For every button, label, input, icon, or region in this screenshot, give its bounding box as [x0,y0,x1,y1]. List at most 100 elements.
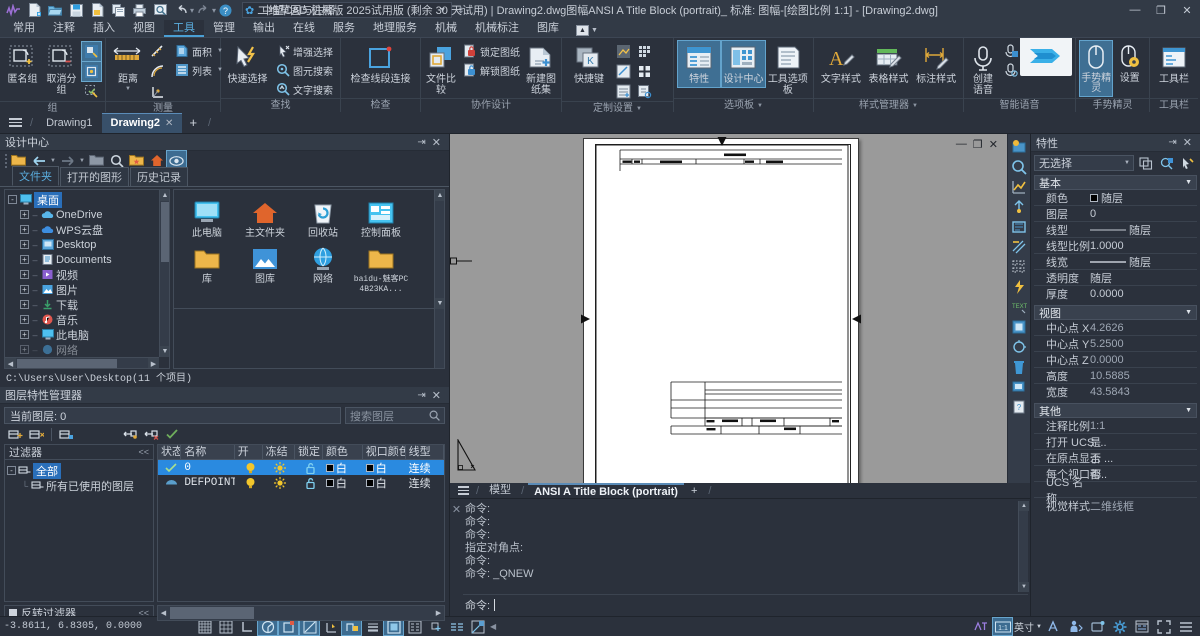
zwcad-logo-icon[interactable] [3,1,23,19]
tree-item-onedrive[interactable]: + – OneDrive [8,207,159,222]
tree-item-pictures[interactable]: + – 图片 [8,282,159,297]
list-button[interactable]: 列表 ▼ [171,61,226,79]
region-icon[interactable] [1010,217,1029,236]
layer-row-1[interactable]: DEFPOINTS 白 白 连续 [158,475,444,490]
text-search-button[interactable]: 文字搜索 [272,80,336,98]
layer-table[interactable]: 状态 名称 开 冻结 锁定 颜色 视口颜色 线型 0 [157,444,445,602]
scroll-left-icon[interactable]: ◀ [5,358,16,369]
layer-tool-icon[interactable] [1010,377,1029,396]
del-layer-state-icon[interactable] [141,425,160,444]
chevron-down-icon[interactable]: ▼ [1185,309,1192,316]
copy-icon[interactable] [108,1,128,19]
chevron-down-icon[interactable]: ▼ [1185,179,1192,186]
chevron-down-icon[interactable]: ▼ [125,86,131,92]
unlock-icon[interactable] [295,477,323,489]
gesture-settings-button[interactable]: 设置 [1114,41,1145,86]
new-vp-layer-icon[interactable] [27,425,46,444]
node-icon[interactable] [1010,197,1029,216]
dc-item-this-pc[interactable]: 此电脑 [178,196,236,242]
col-freeze[interactable]: 冻结 [263,445,295,459]
text-style-button[interactable]: A 文字样式 [818,41,864,87]
layer-color[interactable]: 白 [323,460,363,476]
sun-icon[interactable] [263,462,295,474]
tree-item-videos[interactable]: + – 视频 [8,267,159,282]
viewport-arrow-right[interactable] [851,313,863,325]
delete-layer-icon[interactable] [57,425,76,444]
property-row-layer[interactable]: 图层 0 [1034,206,1197,222]
tree-expander[interactable]: + [20,330,29,339]
layout-tab-model[interactable]: 模型 [483,483,517,498]
app-menu-icon[interactable] [4,113,26,133]
property-row-ucs-name[interactable]: UCS 名称 [1034,482,1197,498]
scroll-down-icon[interactable]: ▼ [160,346,170,357]
custom-c-icon[interactable] [614,82,633,101]
scroll-up-icon[interactable]: ▲ [160,190,170,201]
search-icon[interactable] [429,410,440,421]
ribbon-tab-jixie[interactable]: 机械 [426,20,466,37]
close-button[interactable]: ✕ [1174,0,1200,20]
forward-dropdown-caret[interactable]: ▼ [78,158,86,164]
layer-row-0[interactable]: 0 白 白 连续 [158,460,444,475]
redo-icon[interactable] [193,1,213,19]
layout-tab-ansi-a[interactable]: ANSI A Title Block (portrait) [528,483,684,498]
back-dropdown-caret[interactable]: ▼ [49,158,57,164]
property-row-visualstyle[interactable]: 视觉样式 二维线框 [1034,498,1197,514]
clean-screen-icon[interactable] [1132,618,1151,635]
array-icon[interactable] [1010,257,1029,276]
toolbar-button[interactable]: 工具栏 [1154,41,1194,87]
save-as-icon[interactable] [87,1,107,19]
tree-item-downloads[interactable]: + – 下载 [8,297,159,312]
tree-expander[interactable]: - [7,466,16,475]
scroll-thumb[interactable] [170,607,254,619]
property-row-thickness[interactable]: 厚度 0.0000 [1034,286,1197,302]
tree-expander[interactable]: + [20,225,29,234]
layer-vpcolor[interactable]: 白 [363,460,406,476]
scroll-thumb[interactable] [17,359,117,368]
chevron-down-icon[interactable]: ▼ [1124,160,1133,166]
properties-palette-button[interactable]: 特性 [678,41,720,87]
tree-expander[interactable]: + [20,345,29,354]
dc-tab-history[interactable]: 历史记录 [130,167,188,186]
filter-item-all-used[interactable]: └ 所有已使用的图层 [7,478,151,493]
help-icon[interactable]: ? [215,1,235,19]
filters-tree[interactable]: - 全部 └ 所有已使用的图层 [5,460,153,601]
layer-linetype[interactable]: 连续 [406,475,444,491]
ribbon-minimize-control[interactable]: ▲ ▼ [576,25,598,37]
dc-item-control-panel[interactable]: 控制面板 [352,196,410,242]
tree-item-wpscloud[interactable]: + – WPS云盘 [8,222,159,237]
set-current-icon[interactable] [162,425,181,444]
dc-item-network[interactable]: 网络 [294,242,352,298]
col-name[interactable]: 名称 [181,445,234,459]
content-vertical-scrollbar[interactable]: ▲ ▼ [434,190,444,368]
autohide-icon[interactable]: ⇥ [414,390,428,401]
property-row-centery[interactable]: 中心点 Y 5.2500 [1034,336,1197,352]
flash-icon[interactable] [1010,277,1029,296]
unlock-icon[interactable] [295,462,323,474]
col-vpcolor[interactable]: 视口颜色 [363,445,406,459]
autoscale-icon[interactable] [1066,618,1085,635]
col-status[interactable]: 状态 [158,445,181,459]
layer-table-hscroll[interactable]: ◀ ▶ [157,605,445,621]
col-linetype[interactable]: 线型 [406,445,444,459]
anonymous-group-button[interactable]: 匿名组 [4,41,41,87]
autohide-icon[interactable]: ⇥ [414,137,428,148]
filter-item-all[interactable]: - 全部 [7,463,151,478]
dc-item-library[interactable]: 库 [178,242,236,298]
tree-horizontal-scrollbar[interactable]: ◀ ▶ [5,357,159,368]
dc-item-recycle-bin[interactable]: 回收站 [294,196,352,242]
unlock-drawing-button[interactable]: 解锁图纸 [459,61,523,79]
new-file-icon[interactable] [24,1,44,19]
measure-coord-icon[interactable] [148,82,167,101]
new-layout-button[interactable]: + [684,485,704,497]
property-row-centerz[interactable]: 中心点 Z 0.0000 [1034,352,1197,368]
tree-vertical-scrollbar[interactable]: ▲ ▼ [159,190,169,357]
new-document-button[interactable]: + [182,115,204,130]
tree-expander[interactable]: + [20,270,29,279]
unit-selector[interactable]: 英寸 ▼ [1014,619,1042,634]
ribbon-tab-dilifuwu[interactable]: 地理服务 [364,20,426,37]
new-layer-icon[interactable] [6,425,25,444]
ribbon-tab-shuchu[interactable]: 输出 [244,20,284,37]
layer-color[interactable]: 白 [323,475,363,491]
canvas-close-button[interactable]: ✕ [989,138,998,151]
command-scrollbar[interactable]: ▲ ▼ [1018,501,1028,592]
